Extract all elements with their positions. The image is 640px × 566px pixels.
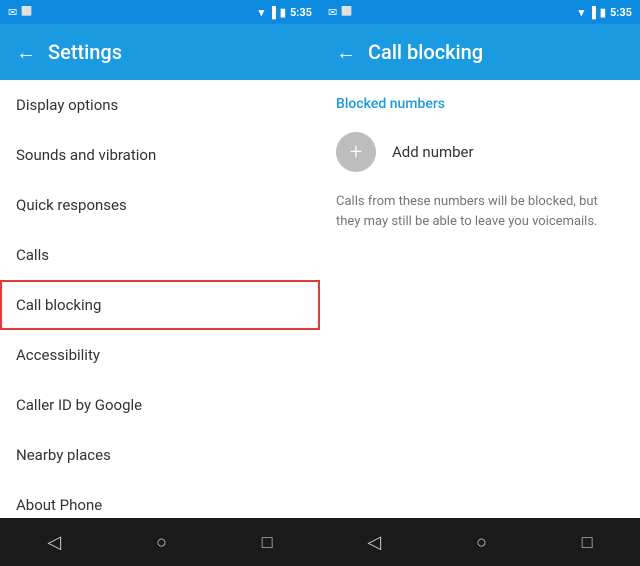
settings-item-call-blocking[interactable]: Call blocking	[0, 280, 320, 330]
settings-item-display-options[interactable]: Display options	[0, 80, 320, 130]
right-signal-icon: ▐	[588, 6, 596, 19]
add-number-row[interactable]: + Add number	[320, 120, 640, 184]
left-status-icons: ✉ ⬜	[8, 6, 32, 19]
settings-item-caller-id[interactable]: Caller ID by Google	[0, 380, 320, 430]
settings-list: Display options Sounds and vibration Qui…	[0, 80, 320, 518]
left-toolbar-title: Settings	[48, 40, 304, 64]
signal-icon: ▐	[268, 6, 276, 19]
left-status-bar: ✉ ⬜ ▾ ▐ ▮ 5:35	[0, 0, 320, 24]
right-image-icon: ⬜	[341, 7, 352, 17]
left-back-button[interactable]: ←	[16, 40, 36, 65]
envelope-icon: ✉	[8, 6, 17, 19]
add-icon: +	[350, 140, 362, 165]
right-wifi-icon: ▾	[579, 6, 585, 19]
left-nav-home[interactable]: ○	[156, 532, 167, 553]
left-toolbar: ← Settings	[0, 24, 320, 80]
blocked-numbers-info: Calls from these numbers will be blocked…	[320, 184, 640, 247]
right-nav-recents[interactable]: □	[582, 532, 593, 553]
left-nav-back[interactable]: ◁	[47, 532, 61, 553]
settings-item-accessibility[interactable]: Accessibility	[0, 330, 320, 380]
left-nav-recents[interactable]: □	[262, 532, 273, 553]
right-nav-bar: ◁ ○ □	[320, 518, 640, 566]
right-envelope-icon: ✉	[328, 6, 337, 19]
right-nav-home[interactable]: ○	[476, 532, 487, 553]
left-phone-panel: ✉ ⬜ ▾ ▐ ▮ 5:35 ← Settings Display option…	[0, 0, 320, 566]
right-toolbar: ← Call blocking	[320, 24, 640, 80]
wifi-icon: ▾	[259, 6, 265, 19]
right-status-right: ▾ ▐ ▮ 5:35	[579, 6, 632, 19]
settings-item-nearby-places[interactable]: Nearby places	[0, 430, 320, 480]
blocked-numbers-header[interactable]: Blocked numbers	[320, 80, 640, 120]
settings-item-calls[interactable]: Calls	[0, 230, 320, 280]
right-toolbar-title: Call blocking	[368, 40, 624, 64]
left-time: 5:35	[290, 6, 312, 19]
settings-item-sounds-vibration[interactable]: Sounds and vibration	[0, 130, 320, 180]
right-phone-panel: ✉ ⬜ ▾ ▐ ▮ 5:35 ← Call blocking Blocked n…	[320, 0, 640, 566]
right-status-icons: ✉ ⬜	[328, 6, 352, 19]
add-number-circle: +	[336, 132, 376, 172]
right-status-bar: ✉ ⬜ ▾ ▐ ▮ 5:35	[320, 0, 640, 24]
call-blocking-content: Blocked numbers + Add number Calls from …	[320, 80, 640, 518]
right-time: 5:35	[610, 6, 632, 19]
image-icon: ⬜	[21, 7, 32, 17]
right-battery-icon: ▮	[600, 6, 606, 19]
right-nav-back[interactable]: ◁	[367, 532, 381, 553]
settings-item-about-phone[interactable]: About Phone	[0, 480, 320, 518]
battery-icon: ▮	[280, 6, 286, 19]
right-back-button[interactable]: ←	[336, 40, 356, 65]
left-status-right: ▾ ▐ ▮ 5:35	[259, 6, 312, 19]
settings-item-quick-responses[interactable]: Quick responses	[0, 180, 320, 230]
add-number-label: Add number	[392, 143, 474, 161]
left-nav-bar: ◁ ○ □	[0, 518, 320, 566]
